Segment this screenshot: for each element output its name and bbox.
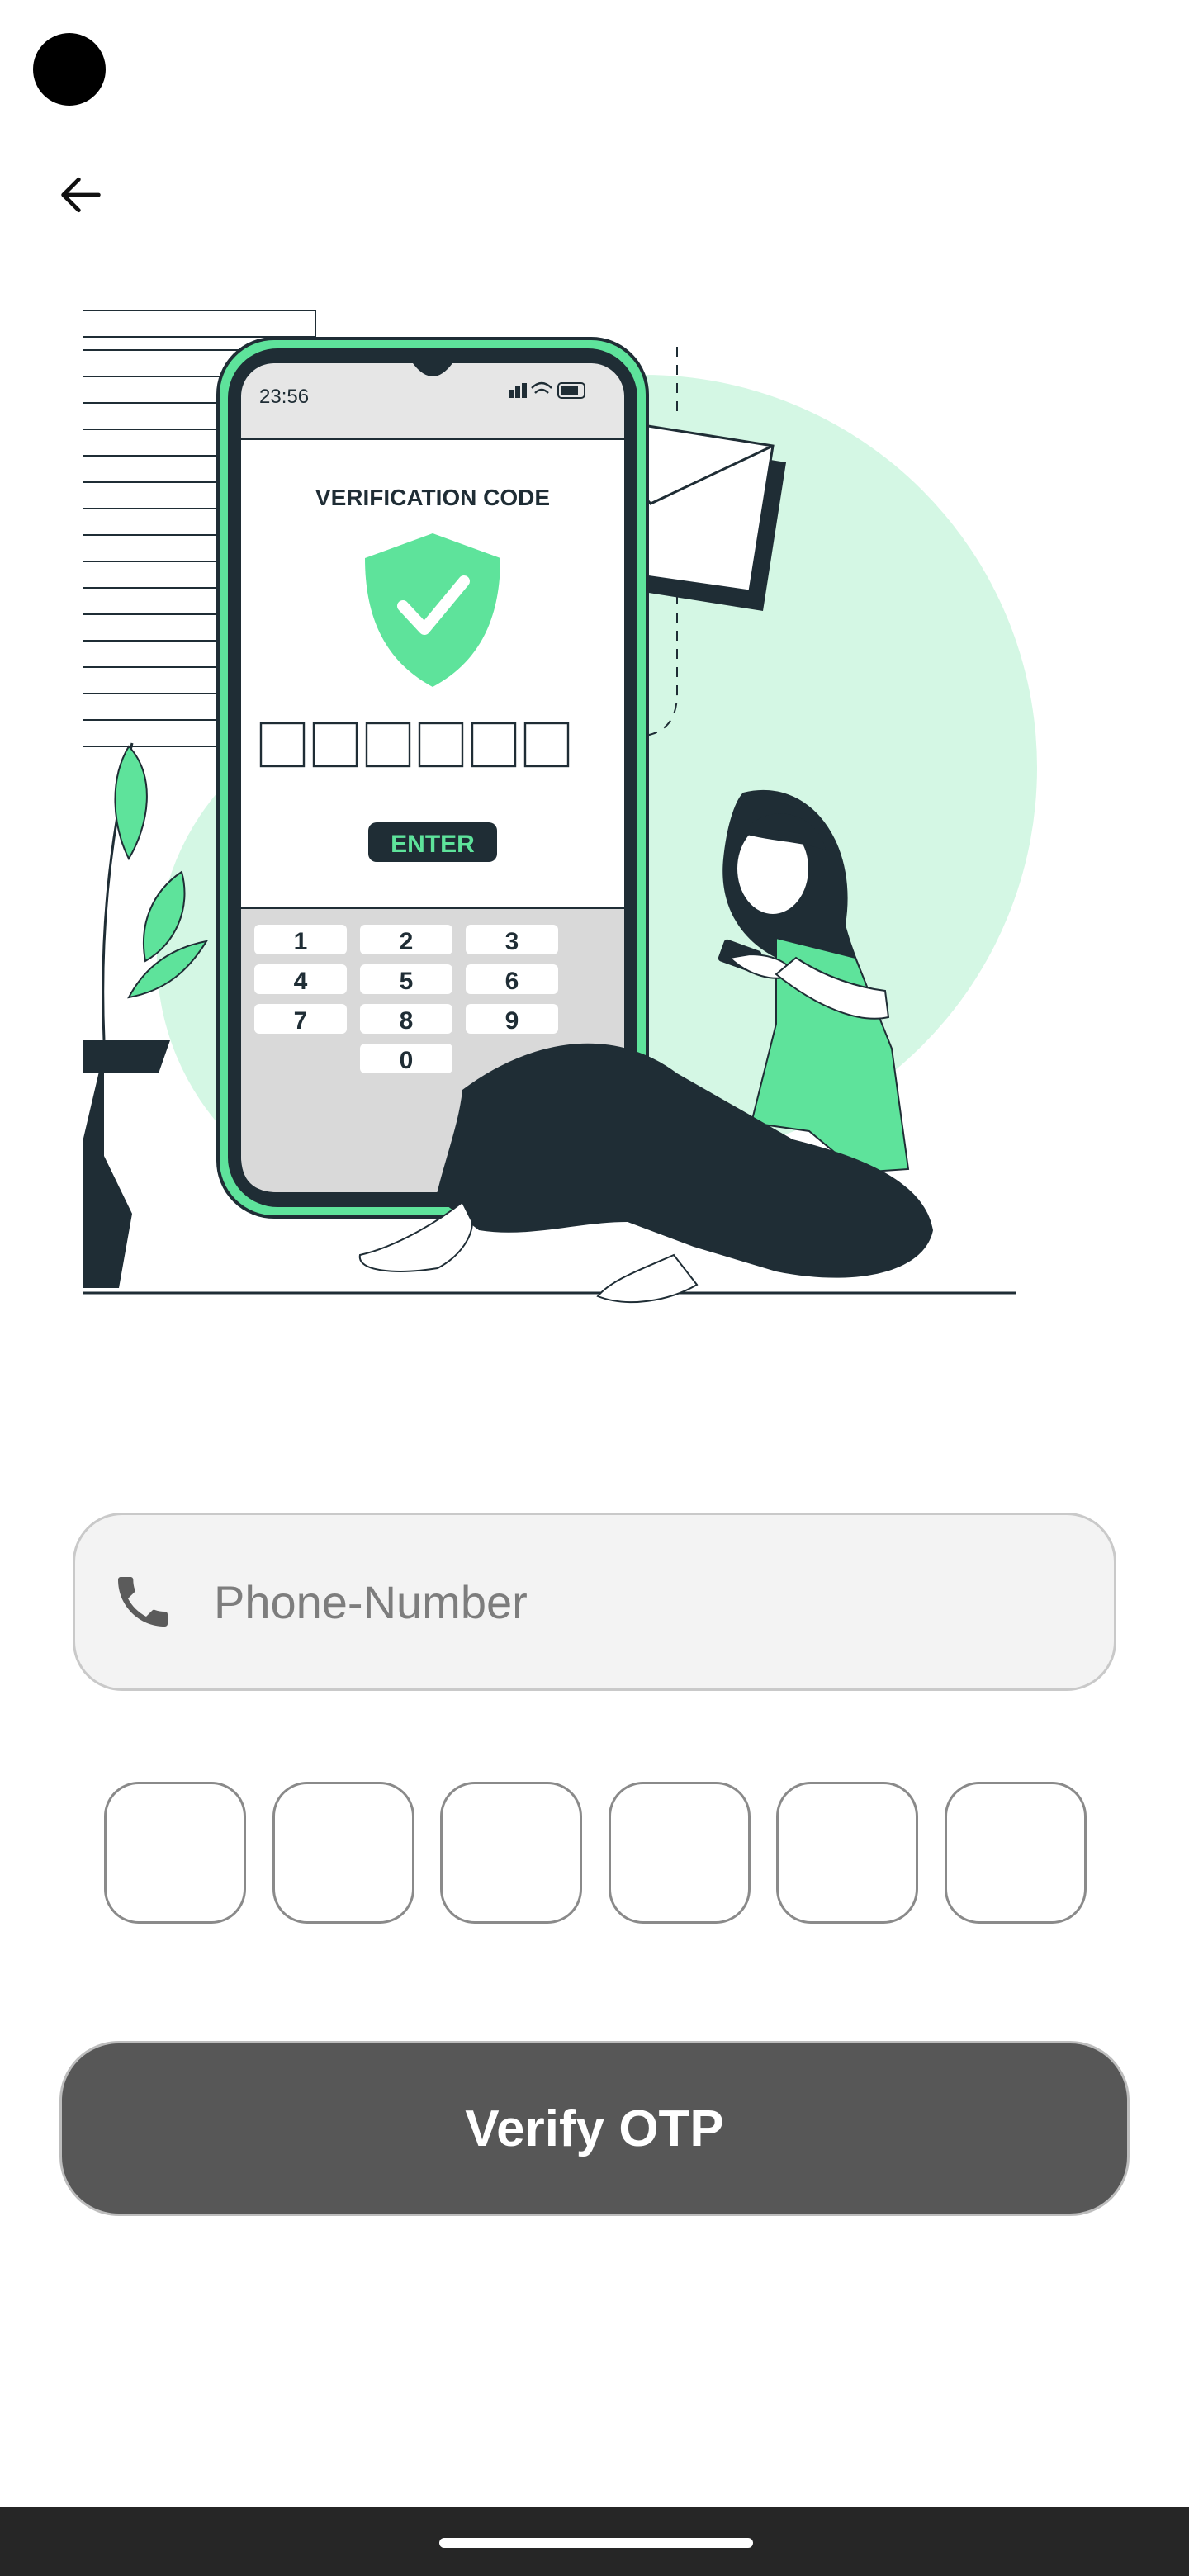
phone-clock: 23:56 — [259, 386, 309, 408]
key-3: 3 — [505, 928, 519, 955]
key-1: 1 — [294, 928, 308, 955]
home-indicator[interactable] — [439, 2538, 753, 2548]
phone-number-input[interactable] — [212, 1515, 1081, 1688]
key-0: 0 — [400, 1047, 414, 1074]
otp-digit-4[interactable] — [608, 1782, 751, 1924]
key-2: 2 — [400, 928, 414, 955]
otp-digit-5[interactable] — [776, 1782, 919, 1924]
back-button[interactable] — [43, 157, 119, 233]
otp-digit-1[interactable] — [104, 1782, 246, 1924]
verification-illustration: 23:56 VERIFICATION CODE ENTER 1 2 3 4 5 — [83, 310, 1037, 1304]
otp-input-row — [104, 1782, 1087, 1924]
phone-icon — [118, 1577, 168, 1627]
key-4: 4 — [294, 968, 308, 995]
phone-number-field[interactable] — [73, 1513, 1116, 1691]
key-8: 8 — [400, 1007, 414, 1035]
otp-digit-3[interactable] — [440, 1782, 583, 1924]
key-9: 9 — [505, 1007, 519, 1035]
camera-cutout — [33, 33, 106, 106]
arrow-left-icon — [61, 177, 101, 213]
otp-digit-2[interactable] — [272, 1782, 414, 1924]
otp-digit-6[interactable] — [944, 1782, 1087, 1924]
screen-title: VERIFICATION CODE — [315, 485, 550, 510]
enter-label: ENTER — [391, 831, 475, 858]
key-5: 5 — [400, 968, 414, 995]
key-7: 7 — [294, 1007, 308, 1035]
verify-otp-button[interactable]: Verify OTP — [59, 2041, 1130, 2216]
system-nav-bar — [0, 2507, 1189, 2576]
key-6: 6 — [505, 968, 519, 995]
